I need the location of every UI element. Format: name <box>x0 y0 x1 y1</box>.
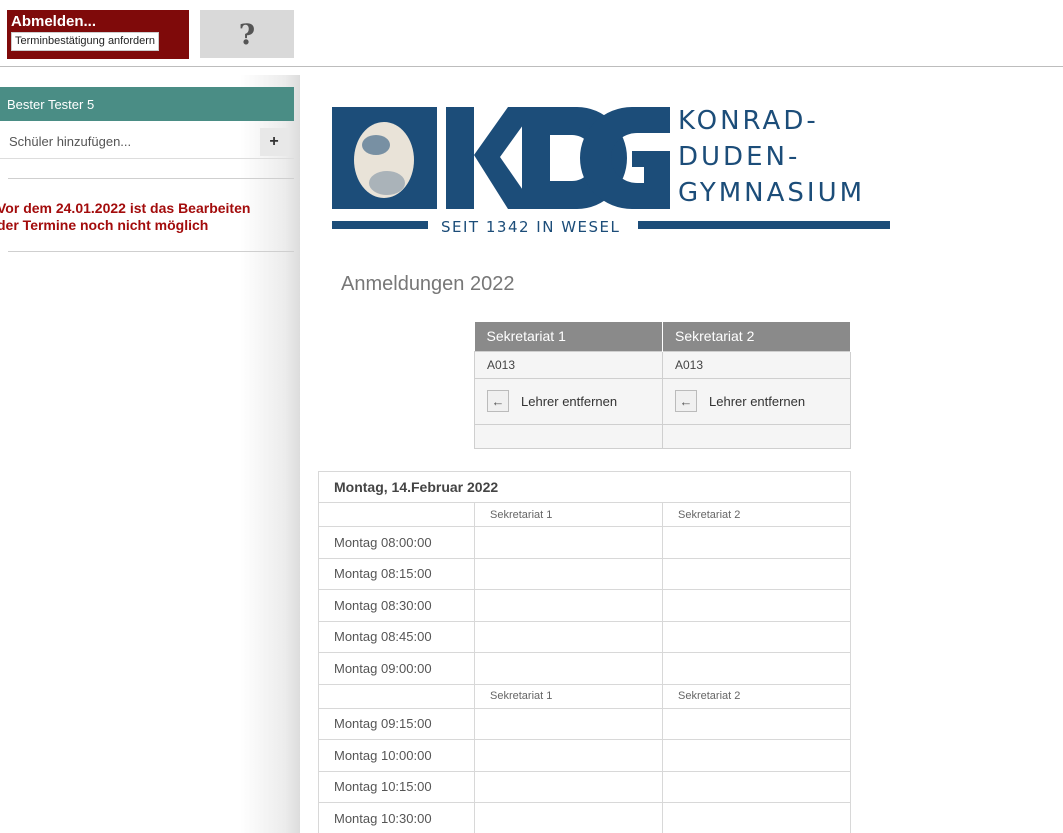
remove-teacher-button-1[interactable]: ← Lehrer entfernen <box>487 390 617 412</box>
logo-text-line-1: KONRAD- <box>678 106 819 136</box>
slot-cell-2[interactable] <box>662 707 851 740</box>
slot-time: Montag 09:00:00 <box>318 652 475 685</box>
slot-cell-2[interactable] <box>662 739 851 772</box>
teacher-room-2: A013 <box>662 350 851 379</box>
sidebar: Bester Tester 5 Schüler hinzufügen... + … <box>0 75 300 833</box>
slot-cell-1[interactable] <box>474 589 663 622</box>
plus-icon: + <box>269 132 279 150</box>
logo-text-line-2: DUDEN- <box>678 142 800 172</box>
slot-cell-2[interactable] <box>662 557 851 590</box>
table-row: Montag 09:00:00 <box>318 652 851 685</box>
help-button[interactable]: ? <box>200 10 294 58</box>
logo-bar-right <box>638 221 890 229</box>
slot-cell-2[interactable] <box>662 589 851 622</box>
logout-button[interactable]: Abmelden... Terminbestätigung anfordern <box>7 10 189 59</box>
slot-cell-1[interactable] <box>474 739 663 772</box>
remove-teacher-button-2[interactable]: ← Lehrer entfernen <box>675 390 805 412</box>
arrow-left-icon: ← <box>487 390 509 412</box>
schedule-col-2: Sekretariat 2 <box>662 683 851 709</box>
slot-time: Montag 08:30:00 <box>318 589 475 622</box>
table-row: Montag 09:15:00 <box>318 707 851 740</box>
slot-time: Montag 10:15:00 <box>318 770 475 803</box>
schedule-day-row: Montag, 14.Februar 2022 <box>318 471 851 503</box>
teacher-empty-row <box>474 423 851 449</box>
slot-cell-2[interactable] <box>662 770 851 803</box>
logo-bar-left <box>332 221 428 229</box>
logo-text-line-3: GYMNASIUM <box>678 178 865 208</box>
question-mark-icon: ? <box>238 17 256 51</box>
slot-cell-2[interactable] <box>662 802 851 833</box>
schedule-col-1: Sekretariat 1 <box>474 683 663 709</box>
slot-time: Montag 10:30:00 <box>318 802 475 833</box>
schedule-col-1: Sekretariat 1 <box>474 502 663 527</box>
sidebar-student-item[interactable]: Bester Tester 5 <box>0 87 294 121</box>
school-logo: KONRAD- DUDEN- GYMNASIUM SEIT 1342 IN WE… <box>332 106 890 235</box>
sidebar-divider <box>8 251 294 252</box>
slot-time: Montag 08:00:00 <box>318 526 475 559</box>
slot-time: Montag 08:45:00 <box>318 620 475 653</box>
schedule-subheader: Sekretariat 1 Sekretariat 2 <box>318 502 851 527</box>
table-row: Montag 08:45:00 <box>318 620 851 653</box>
teacher-room-1: A013 <box>474 350 663 379</box>
slot-cell-1[interactable] <box>474 557 663 590</box>
teacher-header-2: Sekretariat 2 <box>662 322 851 351</box>
slot-time: Montag 08:15:00 <box>318 557 475 590</box>
logout-label: Abmelden... <box>11 13 97 30</box>
schedule-table: Montag, 14.Februar 2022 Sekretariat 1 Se… <box>318 471 851 833</box>
add-student-row: Schüler hinzufügen... + <box>0 125 294 159</box>
teacher-table: Sekretariat 1 Sekretariat 2 A013 A013 ← … <box>474 322 851 449</box>
header-divider <box>0 66 1063 67</box>
slot-cell-1[interactable] <box>474 770 663 803</box>
teacher-room-row: A013 A013 <box>474 350 851 379</box>
table-row: Montag 08:15:00 <box>318 557 851 590</box>
sidebar-divider <box>8 178 294 179</box>
schedule-subheader: Sekretariat 1 Sekretariat 2 <box>318 683 851 709</box>
table-row: Montag 10:15:00 <box>318 770 851 803</box>
teacher-header-1: Sekretariat 1 <box>474 322 663 351</box>
table-row: Montag 10:30:00 <box>318 802 851 833</box>
slot-cell-1[interactable] <box>474 526 663 559</box>
add-student-button[interactable]: + <box>260 127 288 156</box>
slot-cell-1[interactable] <box>474 802 663 833</box>
table-row: Montag 08:30:00 <box>318 589 851 622</box>
teacher-action-row: ← Lehrer entfernen ← Lehrer entfernen <box>474 377 851 425</box>
slot-cell-1[interactable] <box>474 707 663 740</box>
page: Abmelden... Terminbestätigung anfordern … <box>0 0 1063 833</box>
logo-tagline: SEIT 1342 IN WESEL <box>441 218 620 235</box>
arrow-left-icon: ← <box>675 390 697 412</box>
slot-cell-2[interactable] <box>662 526 851 559</box>
slot-time: Montag 09:15:00 <box>318 707 475 740</box>
slot-cell-1[interactable] <box>474 620 663 653</box>
slot-cell-1[interactable] <box>474 652 663 685</box>
table-row: Montag 08:00:00 <box>318 526 851 559</box>
schedule-col-2: Sekretariat 2 <box>662 502 851 527</box>
slot-cell-2[interactable] <box>662 620 851 653</box>
remove-teacher-label: Lehrer entfernen <box>521 393 618 409</box>
warning-line-2: der Termine noch nicht möglich <box>0 217 209 233</box>
remove-teacher-label: Lehrer entfernen <box>709 393 806 409</box>
slot-cell-2[interactable] <box>662 652 851 685</box>
schedule-day-label: Montag, 14.Februar 2022 <box>318 471 851 503</box>
logo-letter-k <box>446 107 474 209</box>
page-title: Anmeldungen 2022 <box>341 273 515 295</box>
edit-warning: Vor dem 24.01.2022 ist das Bearbeiten de… <box>0 200 297 234</box>
add-student-input[interactable]: Schüler hinzufügen... <box>0 134 260 149</box>
slot-time: Montag 10:00:00 <box>318 739 475 772</box>
table-row: Montag 10:00:00 <box>318 739 851 772</box>
teacher-header-row: Sekretariat 1 Sekretariat 2 <box>474 322 851 351</box>
warning-line-1: Vor dem 24.01.2022 ist das Bearbeiten <box>0 200 251 216</box>
request-confirmation-button[interactable]: Terminbestätigung anfordern <box>11 32 160 51</box>
